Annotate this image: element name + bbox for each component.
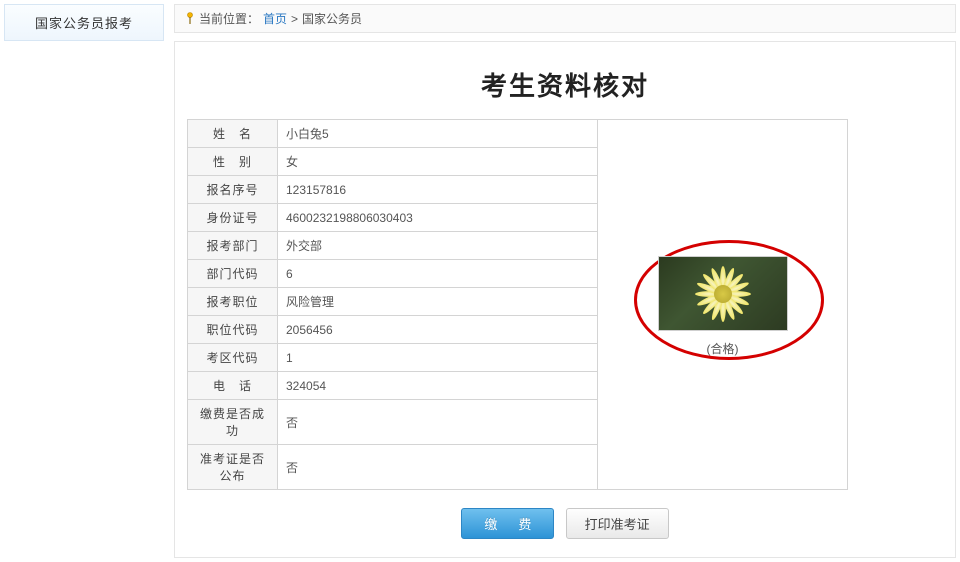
breadcrumb-prefix: 当前位置： bbox=[199, 10, 259, 27]
candidate-photo bbox=[658, 256, 788, 331]
field-value: 1 bbox=[278, 344, 598, 372]
field-label: 部门代码 bbox=[188, 260, 278, 288]
field-label: 身份证号 bbox=[188, 204, 278, 232]
field-value: 123157816 bbox=[278, 176, 598, 204]
field-label: 报考部门 bbox=[188, 232, 278, 260]
content-card: 考生资料核对 姓 名 小白兔5 bbox=[174, 41, 956, 558]
page-title: 考生资料核对 bbox=[187, 54, 943, 119]
sidebar-item-exam-signup[interactable]: 国家公务员报考 bbox=[4, 4, 164, 41]
field-value: 风险管理 bbox=[278, 288, 598, 316]
field-label: 报名序号 bbox=[188, 176, 278, 204]
breadcrumb-home-link[interactable]: 首页 bbox=[263, 10, 287, 27]
print-ticket-button[interactable]: 打印准考证 bbox=[566, 508, 669, 539]
photo-cell: (合格) bbox=[598, 120, 848, 490]
field-label: 准考证是否公布 bbox=[188, 445, 278, 490]
table-row: 姓 名 小白兔5 bbox=[188, 120, 848, 148]
pay-button[interactable]: 缴 费 bbox=[461, 508, 554, 539]
main: 当前位置： 首页 > 国家公务员 考生资料核对 姓 名 小白兔5 bbox=[174, 4, 956, 558]
field-label: 职位代码 bbox=[188, 316, 278, 344]
photo-status: (合格) bbox=[658, 340, 788, 357]
field-label: 电 话 bbox=[188, 372, 278, 400]
info-table: 姓 名 小白兔5 bbox=[187, 119, 848, 490]
breadcrumb-separator: > bbox=[291, 12, 298, 26]
field-label: 报考职位 bbox=[188, 288, 278, 316]
sidebar: 国家公务员报考 bbox=[4, 4, 164, 558]
field-label: 缴费是否成功 bbox=[188, 400, 278, 445]
breadcrumb-current: 国家公务员 bbox=[302, 10, 362, 27]
field-label: 考区代码 bbox=[188, 344, 278, 372]
field-value: 4600232198806030403 bbox=[278, 204, 598, 232]
field-value: 否 bbox=[278, 400, 598, 445]
field-value: 外交部 bbox=[278, 232, 598, 260]
field-value: 否 bbox=[278, 445, 598, 490]
field-value: 女 bbox=[278, 148, 598, 176]
field-value: 小白兔5 bbox=[278, 120, 598, 148]
pin-icon bbox=[185, 12, 195, 26]
field-value: 324054 bbox=[278, 372, 598, 400]
action-bar: 缴 费 打印准考证 bbox=[187, 490, 943, 545]
field-value: 2056456 bbox=[278, 316, 598, 344]
breadcrumb: 当前位置： 首页 > 国家公务员 bbox=[174, 4, 956, 33]
field-label: 性 别 bbox=[188, 148, 278, 176]
sidebar-item-label: 国家公务员报考 bbox=[35, 16, 133, 31]
field-label: 姓 名 bbox=[188, 120, 278, 148]
field-value: 6 bbox=[278, 260, 598, 288]
flower-icon bbox=[693, 264, 753, 324]
